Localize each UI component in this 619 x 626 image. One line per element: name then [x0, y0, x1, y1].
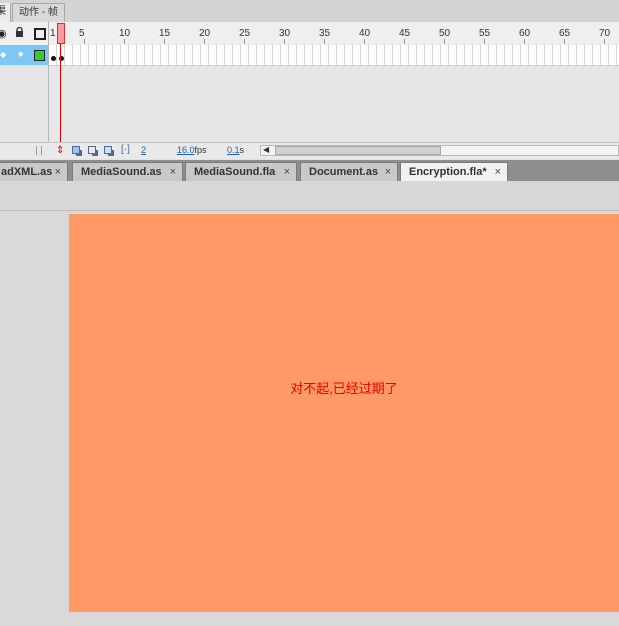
- tab-mediasound-as[interactable]: MediaSound.as ×: [72, 162, 183, 181]
- frame-rate-value[interactable]: 16.0: [177, 145, 195, 155]
- expired-message: 对不起,已经过期了: [290, 381, 398, 396]
- tab-mediasound-fla[interactable]: MediaSound.fla ×: [185, 162, 297, 181]
- ruler-label: 5: [79, 28, 85, 39]
- tab-adxml-as[interactable]: adXML.as ×: [0, 162, 68, 181]
- lock-icon[interactable]: [15, 26, 23, 37]
- layer-visible-dot-icon[interactable]: ◆: [0, 50, 6, 59]
- ruler-tick: [364, 39, 365, 44]
- ruler-tick: [244, 39, 245, 44]
- timeline-scroll-thumb[interactable]: [275, 146, 441, 155]
- modify-onion-markers-icon[interactable]: [·]: [121, 144, 130, 155]
- close-icon[interactable]: ×: [55, 163, 61, 181]
- scroll-left-arrow-icon[interactable]: ◀: [263, 145, 269, 154]
- frame-ruler[interactable]: 1 5 10 15 20 25 30 35 40 45 50 55 60 65 70: [49, 22, 619, 45]
- panel-tab-bar: 渠 动作 - 帧: [0, 0, 619, 23]
- current-frame[interactable]: 2: [141, 145, 146, 155]
- edit-bar: [0, 181, 619, 211]
- ruler-label: 40: [359, 28, 371, 39]
- ruler-tick: [124, 39, 125, 44]
- ruler-tick: [404, 39, 405, 44]
- playhead-handle[interactable]: [57, 23, 65, 44]
- close-icon[interactable]: ×: [284, 163, 290, 181]
- layer-color-swatch-icon[interactable]: [34, 50, 45, 61]
- layer-row[interactable]: ◆ ◆: [0, 45, 619, 66]
- close-icon[interactable]: ×: [495, 163, 501, 181]
- outline-icon[interactable]: [34, 28, 46, 40]
- onion-skin-outlines-icon[interactable]: [88, 146, 96, 154]
- layer-name-cell[interactable]: ◆ ◆: [0, 45, 48, 65]
- keyframe-1-icon[interactable]: [51, 56, 56, 61]
- ruler-tick: [524, 39, 525, 44]
- ruler-label: 70: [599, 28, 611, 39]
- frames-strip[interactable]: [49, 45, 619, 66]
- center-frame-icon[interactable]: ⇕: [56, 145, 64, 156]
- tab-label: Encryption.fla*: [409, 166, 487, 178]
- ruler-tick: [564, 39, 565, 44]
- ruler-tick: [604, 39, 605, 44]
- panel-tab-left[interactable]: 渠: [0, 3, 11, 22]
- tab-label: MediaSound.fla: [194, 166, 276, 178]
- resize-grip-icon[interactable]: [36, 146, 42, 155]
- ruler-tick: [284, 39, 285, 44]
- document-tab-bar: adXML.as × MediaSound.as × MediaSound.fl…: [0, 160, 619, 181]
- ruler-tick: [444, 39, 445, 44]
- ruler-tick: [204, 39, 205, 44]
- close-icon[interactable]: ×: [385, 163, 391, 181]
- tab-label: Document.as: [309, 166, 379, 178]
- ruler-label: 45: [399, 28, 411, 39]
- ruler-label: 25: [239, 28, 251, 39]
- timeline-empty-area[interactable]: [0, 66, 619, 142]
- ruler-tick: [324, 39, 325, 44]
- elapsed-time[interactable]: 0.1s: [227, 145, 244, 155]
- layers-divider: [48, 22, 49, 142]
- ruler-label: 35: [319, 28, 331, 39]
- onion-skin-icon[interactable]: [72, 146, 80, 154]
- ruler-label: 30: [279, 28, 291, 39]
- frame-rate[interactable]: 16.0fps: [177, 145, 207, 155]
- tab-label: adXML.as: [1, 166, 53, 178]
- ruler-label: 1: [50, 28, 56, 39]
- elapsed-time-value[interactable]: 0.1: [227, 145, 240, 155]
- ruler-label: 50: [439, 28, 451, 39]
- close-icon[interactable]: ×: [170, 163, 176, 181]
- frame-rate-unit: fps: [194, 145, 207, 155]
- eye-icon[interactable]: ◉: [0, 27, 7, 40]
- tab-label: MediaSound.as: [81, 166, 162, 178]
- ruler-tick: [84, 39, 85, 44]
- elapsed-time-unit: s: [239, 145, 245, 155]
- playhead-line: [60, 44, 61, 154]
- ruler-tick: [484, 39, 485, 44]
- ruler-label: 15: [159, 28, 171, 39]
- ruler-label: 65: [559, 28, 571, 39]
- stage[interactable]: 对不起,已经过期了: [69, 214, 619, 612]
- tab-document-as[interactable]: Document.as ×: [300, 162, 398, 181]
- edit-multiple-frames-icon[interactable]: [104, 146, 112, 154]
- ruler-label: 10: [119, 28, 131, 39]
- timeline-footer: ⇕ [·] 2 16.0fps 0.1s ◀: [0, 142, 619, 159]
- panel-tab-left-label: 渠: [0, 6, 6, 17]
- ruler-tick: [164, 39, 165, 44]
- timeline-header: ◉ 1 5 10 15 20 25 30 35 40 45 50 55 60 65 70: [0, 22, 619, 46]
- tab-encryption-fla[interactable]: Encryption.fla* ×: [400, 162, 508, 181]
- ruler-label: 55: [479, 28, 491, 39]
- panel-tab-actions-frame[interactable]: 动作 - 帧: [12, 3, 65, 22]
- ruler-label: 20: [199, 28, 211, 39]
- ruler-label: 60: [519, 28, 531, 39]
- layer-lock-dot-icon[interactable]: ◆: [18, 50, 23, 58]
